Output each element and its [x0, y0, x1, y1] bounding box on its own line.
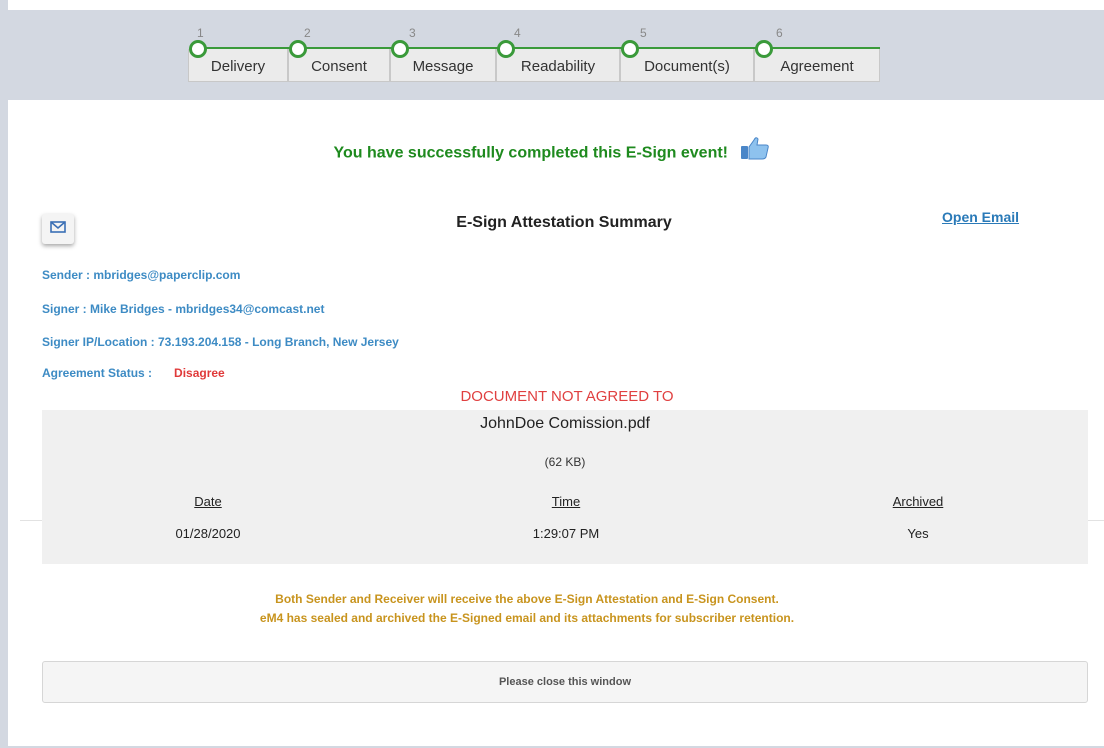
- step-number: 1: [197, 26, 204, 40]
- date-value: 01/28/2020: [175, 526, 241, 541]
- step-label: Consent: [311, 58, 367, 75]
- step-label: Delivery: [210, 58, 266, 75]
- summary-title: E-Sign Attestation Summary: [456, 214, 672, 231]
- close-window-button[interactable]: Please close this window: [42, 661, 1088, 703]
- document-name: JohnDoe Comission.pdf: [480, 415, 650, 432]
- document-size: (62 KB): [544, 455, 586, 469]
- step-label: Message: [412, 58, 474, 75]
- step-marker: [621, 40, 639, 58]
- step-progress: Delivery Consent Message Readability Doc…: [186, 18, 886, 88]
- step-marker: [391, 40, 409, 58]
- divider-line: [20, 520, 42, 521]
- step-marker: [189, 40, 207, 58]
- archived-value: Yes: [907, 526, 929, 541]
- step-tab-readability[interactable]: Readability: [496, 49, 620, 82]
- notice-line-1: Both Sender and Receiver will receive th…: [275, 592, 779, 606]
- not-agreed-notice: DOCUMENT NOT AGREED TO: [460, 388, 674, 405]
- divider-line: [1088, 520, 1104, 521]
- step-marker: [497, 40, 515, 58]
- step-tab-agreement[interactable]: Agreement: [754, 49, 880, 82]
- step-number: 6: [776, 26, 783, 40]
- step-number: 3: [409, 26, 416, 40]
- step-number: 2: [304, 26, 311, 40]
- close-window-label: Please close this window: [498, 676, 632, 688]
- signer-ip-location: Signer IP/Location : 73.193.204.158 - Lo…: [42, 335, 399, 349]
- left-rail: [0, 0, 8, 748]
- agreement-status-label: Agreement Status :: [42, 366, 153, 380]
- sender-info: Sender : mbridges@paperclip.com: [42, 268, 241, 282]
- success-message: You have successfully completed this E-S…: [333, 144, 729, 162]
- archived-header: Archived: [892, 494, 944, 509]
- step-tab-documents[interactable]: Document(s): [620, 49, 754, 82]
- signer-info: Signer : Mike Bridges - mbridges34@comca…: [42, 302, 325, 316]
- step-label: Readability: [520, 58, 596, 75]
- open-email-link[interactable]: Open Email: [942, 209, 1019, 225]
- success-message-row: You have successfully completed this E-S…: [0, 137, 1104, 165]
- time-header: Time: [551, 494, 581, 509]
- agreement-status-row: Agreement Status : Disagree: [42, 366, 225, 380]
- step-marker: [755, 40, 773, 58]
- date-header: Date: [194, 494, 222, 509]
- thumbs-up-icon: [740, 136, 770, 165]
- agreement-status-value: Disagree: [174, 366, 225, 380]
- step-label: Agreement: [780, 58, 854, 75]
- step-marker: [289, 40, 307, 58]
- step-number: 4: [514, 26, 521, 40]
- step-label: Document(s): [644, 58, 730, 75]
- notice-line-2: eM4 has sealed and archived the E-Signed…: [259, 611, 795, 625]
- time-value: 1:29:07 PM: [532, 526, 600, 541]
- step-number: 5: [640, 26, 647, 40]
